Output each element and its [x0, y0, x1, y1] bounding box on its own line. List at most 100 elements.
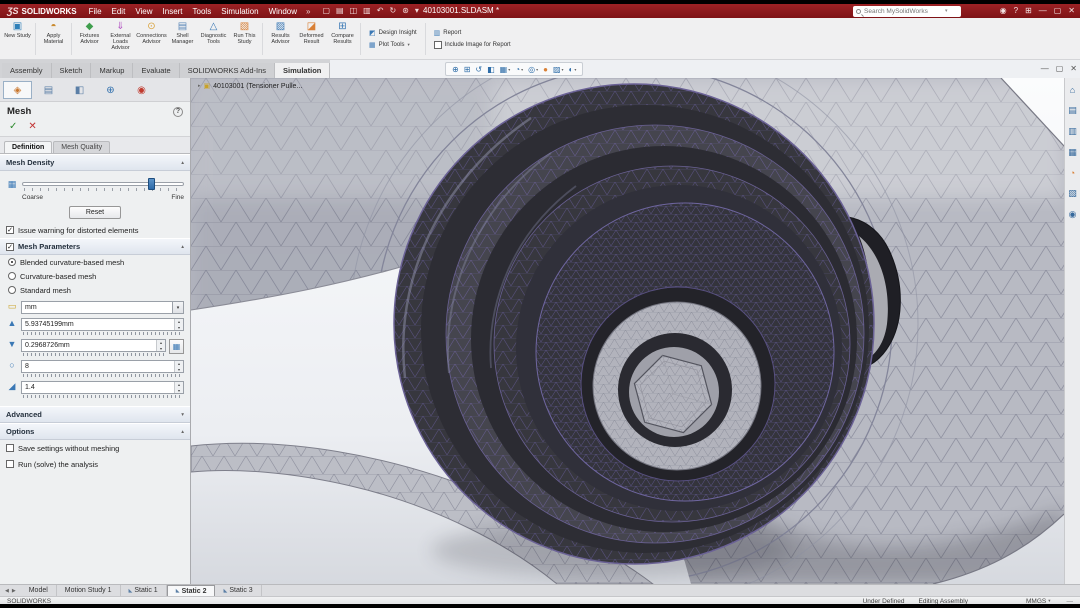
menu-view[interactable]: View [130, 7, 157, 16]
simulation-study-tab[interactable]: ◉ [127, 81, 156, 99]
edit-appearance-icon[interactable]: ● [543, 65, 548, 74]
spin-down-icon[interactable]: ▾ [175, 367, 183, 373]
max-element-size-field[interactable]: 5.93745199mm ▴▾ [21, 318, 184, 335]
menu-tools[interactable]: Tools [188, 7, 217, 16]
view-palette-icon[interactable]: ▦ [1068, 147, 1077, 158]
previous-view-icon[interactable]: ↺ [475, 65, 482, 74]
view-orientation-icon[interactable]: ▦▾ [500, 65, 511, 74]
field-value[interactable]: 0.2968726mm [22, 340, 156, 351]
save-icon[interactable]: ◫ [350, 4, 358, 18]
field-value[interactable]: 5.93745199mm [22, 319, 174, 330]
tab-static-3[interactable]: ◣Static 3 [215, 585, 261, 596]
menu-edit[interactable]: Edit [107, 7, 131, 16]
tab-definition[interactable]: Definition [4, 141, 52, 153]
checkbox-icon[interactable]: ✓ [6, 243, 14, 251]
search-box[interactable]: ▾ [853, 6, 961, 17]
run-this-study-button[interactable]: ▧ Run This Study [229, 19, 260, 59]
apps-icon[interactable]: ⊞ [1025, 4, 1032, 18]
radio-standard[interactable]: Standard mesh [0, 283, 190, 297]
section-view-icon[interactable]: ◧ [487, 65, 495, 74]
search-input[interactable] [864, 8, 942, 15]
radio-blended-curvature[interactable]: Blended curvature-based mesh [0, 255, 190, 269]
open-document-icon[interactable]: ▤ [336, 4, 344, 18]
reset-button[interactable]: Reset [69, 206, 121, 219]
spinner[interactable]: ▴▾ [174, 319, 183, 330]
tab-evaluate[interactable]: Evaluate [133, 63, 179, 78]
unit-select[interactable]: mm ▾ [21, 301, 184, 314]
tab-mesh-quality[interactable]: Mesh Quality [53, 141, 110, 153]
search-caret-icon[interactable]: ▾ [945, 8, 948, 14]
new-study-button[interactable]: ▣ New Study [2, 19, 33, 59]
doc-restore-icon[interactable]: ▢ [1056, 62, 1064, 76]
options-icon[interactable]: ⊛ [402, 4, 409, 18]
model-tree-flyout[interactable]: ▸ ▣ 40103001 (Tensioner Pulle... [198, 82, 302, 90]
close-icon[interactable]: ✕ [1068, 4, 1075, 18]
mini-slider[interactable] [23, 395, 182, 398]
property-manager-tab[interactable]: ◈ [3, 81, 32, 99]
model-view[interactable] [191, 78, 1064, 584]
slider-thumb[interactable] [148, 178, 155, 190]
view-settings-icon[interactable]: ◐▾ [569, 65, 577, 74]
spinner[interactable]: ▴▾ [174, 361, 183, 372]
minimize-icon[interactable]: — [1039, 4, 1047, 18]
tab-motion-study-1[interactable]: Motion Study 1 [57, 585, 121, 596]
dropdown-arrow-icon[interactable]: ▾ [172, 302, 183, 313]
menu-simulation[interactable]: Simulation [216, 7, 263, 16]
external-loads-advisor-button[interactable]: ⇓ External Loads Advisor [105, 19, 136, 59]
report-button[interactable]: ▥ Report [434, 29, 511, 37]
solidworks-resources-icon[interactable]: ⌂ [1070, 85, 1075, 95]
radio-curvature[interactable]: Curvature-based mesh [0, 269, 190, 283]
connections-advisor-button[interactable]: ⊙ Connections Advisor [136, 19, 167, 59]
menu-window[interactable]: Window [264, 7, 302, 16]
login-icon[interactable]: ◉ [1000, 4, 1007, 18]
display-manager-tab[interactable]: ◧ [65, 81, 94, 99]
deformed-result-button[interactable]: ◪ Deformed Result [296, 19, 327, 59]
scroll-right-icon[interactable]: ▶ [12, 588, 16, 594]
growth-ratio-field[interactable]: 1.4 ▴▾ [21, 381, 184, 398]
tab-assembly[interactable]: Assembly [2, 63, 52, 78]
apply-material-button[interactable]: ◓ Apply Material [38, 19, 69, 59]
mini-slider[interactable] [23, 332, 182, 335]
restore-icon[interactable]: ▢ [1054, 4, 1062, 18]
tab-sketch[interactable]: Sketch [52, 63, 92, 78]
file-explorer-icon[interactable]: ▥ [1068, 126, 1077, 137]
menu-insert[interactable]: Insert [158, 7, 188, 16]
mesh-density-header[interactable]: Mesh Density ▴ [0, 154, 190, 171]
doc-minimize-icon[interactable]: — [1041, 62, 1049, 76]
menu-overflow-icon[interactable]: » [302, 7, 314, 16]
advanced-header[interactable]: Advanced ▾ [0, 406, 190, 423]
cancel-button[interactable]: ✕ [28, 121, 36, 132]
zoom-area-icon[interactable]: ⊞ [464, 65, 471, 74]
min-elements-circle-field[interactable]: 8 ▴▾ [21, 360, 184, 377]
results-advisor-button[interactable]: ▨ Results Advisor [265, 19, 296, 59]
mini-slider[interactable] [23, 353, 164, 356]
spin-down-icon[interactable]: ▾ [157, 346, 165, 352]
tab-static-2[interactable]: ◣Static 2 [167, 585, 216, 596]
mesh-parameters-header[interactable]: ✓ Mesh Parameters ▴ [0, 238, 190, 255]
save-without-meshing-checkbox[interactable]: Save settings without meshing [0, 440, 190, 456]
field-value[interactable]: 1.4 [22, 382, 174, 393]
custom-properties-icon[interactable]: ▧ [1068, 188, 1077, 199]
menu-file[interactable]: File [84, 7, 107, 16]
spin-down-icon[interactable]: ▾ [175, 388, 183, 394]
min-element-size-field[interactable]: 0.2968726mm ▴▾ [21, 339, 166, 356]
tab-model[interactable]: Model [21, 585, 57, 596]
apply-scene-icon[interactable]: ▨▾ [553, 65, 564, 74]
expand-icon[interactable]: ▸ [198, 83, 201, 89]
print-icon[interactable]: ▥ [363, 4, 371, 18]
diagnostic-tools-button[interactable]: △ Diagnostic Tools [198, 19, 229, 59]
fixtures-advisor-button[interactable]: ◆ Fixtures Advisor [74, 19, 105, 59]
calculate-min-size-button[interactable]: ▦ [169, 339, 184, 354]
design-insight-button[interactable]: ◩ Design Insight [369, 29, 417, 37]
new-document-icon[interactable]: ▢ [322, 4, 330, 18]
toolbar-caret-icon[interactable]: ▾ [415, 4, 419, 18]
plot-tools-button[interactable]: ▦ Plot Tools ▾ [369, 41, 417, 49]
tab-static-1[interactable]: ◣Static 1 [121, 585, 167, 596]
distorted-warning-checkbox[interactable]: ✓ Issue warning for distorted elements [0, 222, 190, 238]
help-icon[interactable]: ? [1014, 4, 1018, 18]
include-image-for-report-checkbox[interactable]: Include Image for Report [434, 41, 511, 49]
compare-results-button[interactable]: ⊞ Compare Results [327, 19, 358, 59]
zoom-fit-icon[interactable]: ⊕ [452, 65, 459, 74]
tab-simulation[interactable]: Simulation [275, 63, 330, 78]
tab-solidworks-add-ins[interactable]: SOLIDWORKS Add-Ins [180, 63, 275, 78]
